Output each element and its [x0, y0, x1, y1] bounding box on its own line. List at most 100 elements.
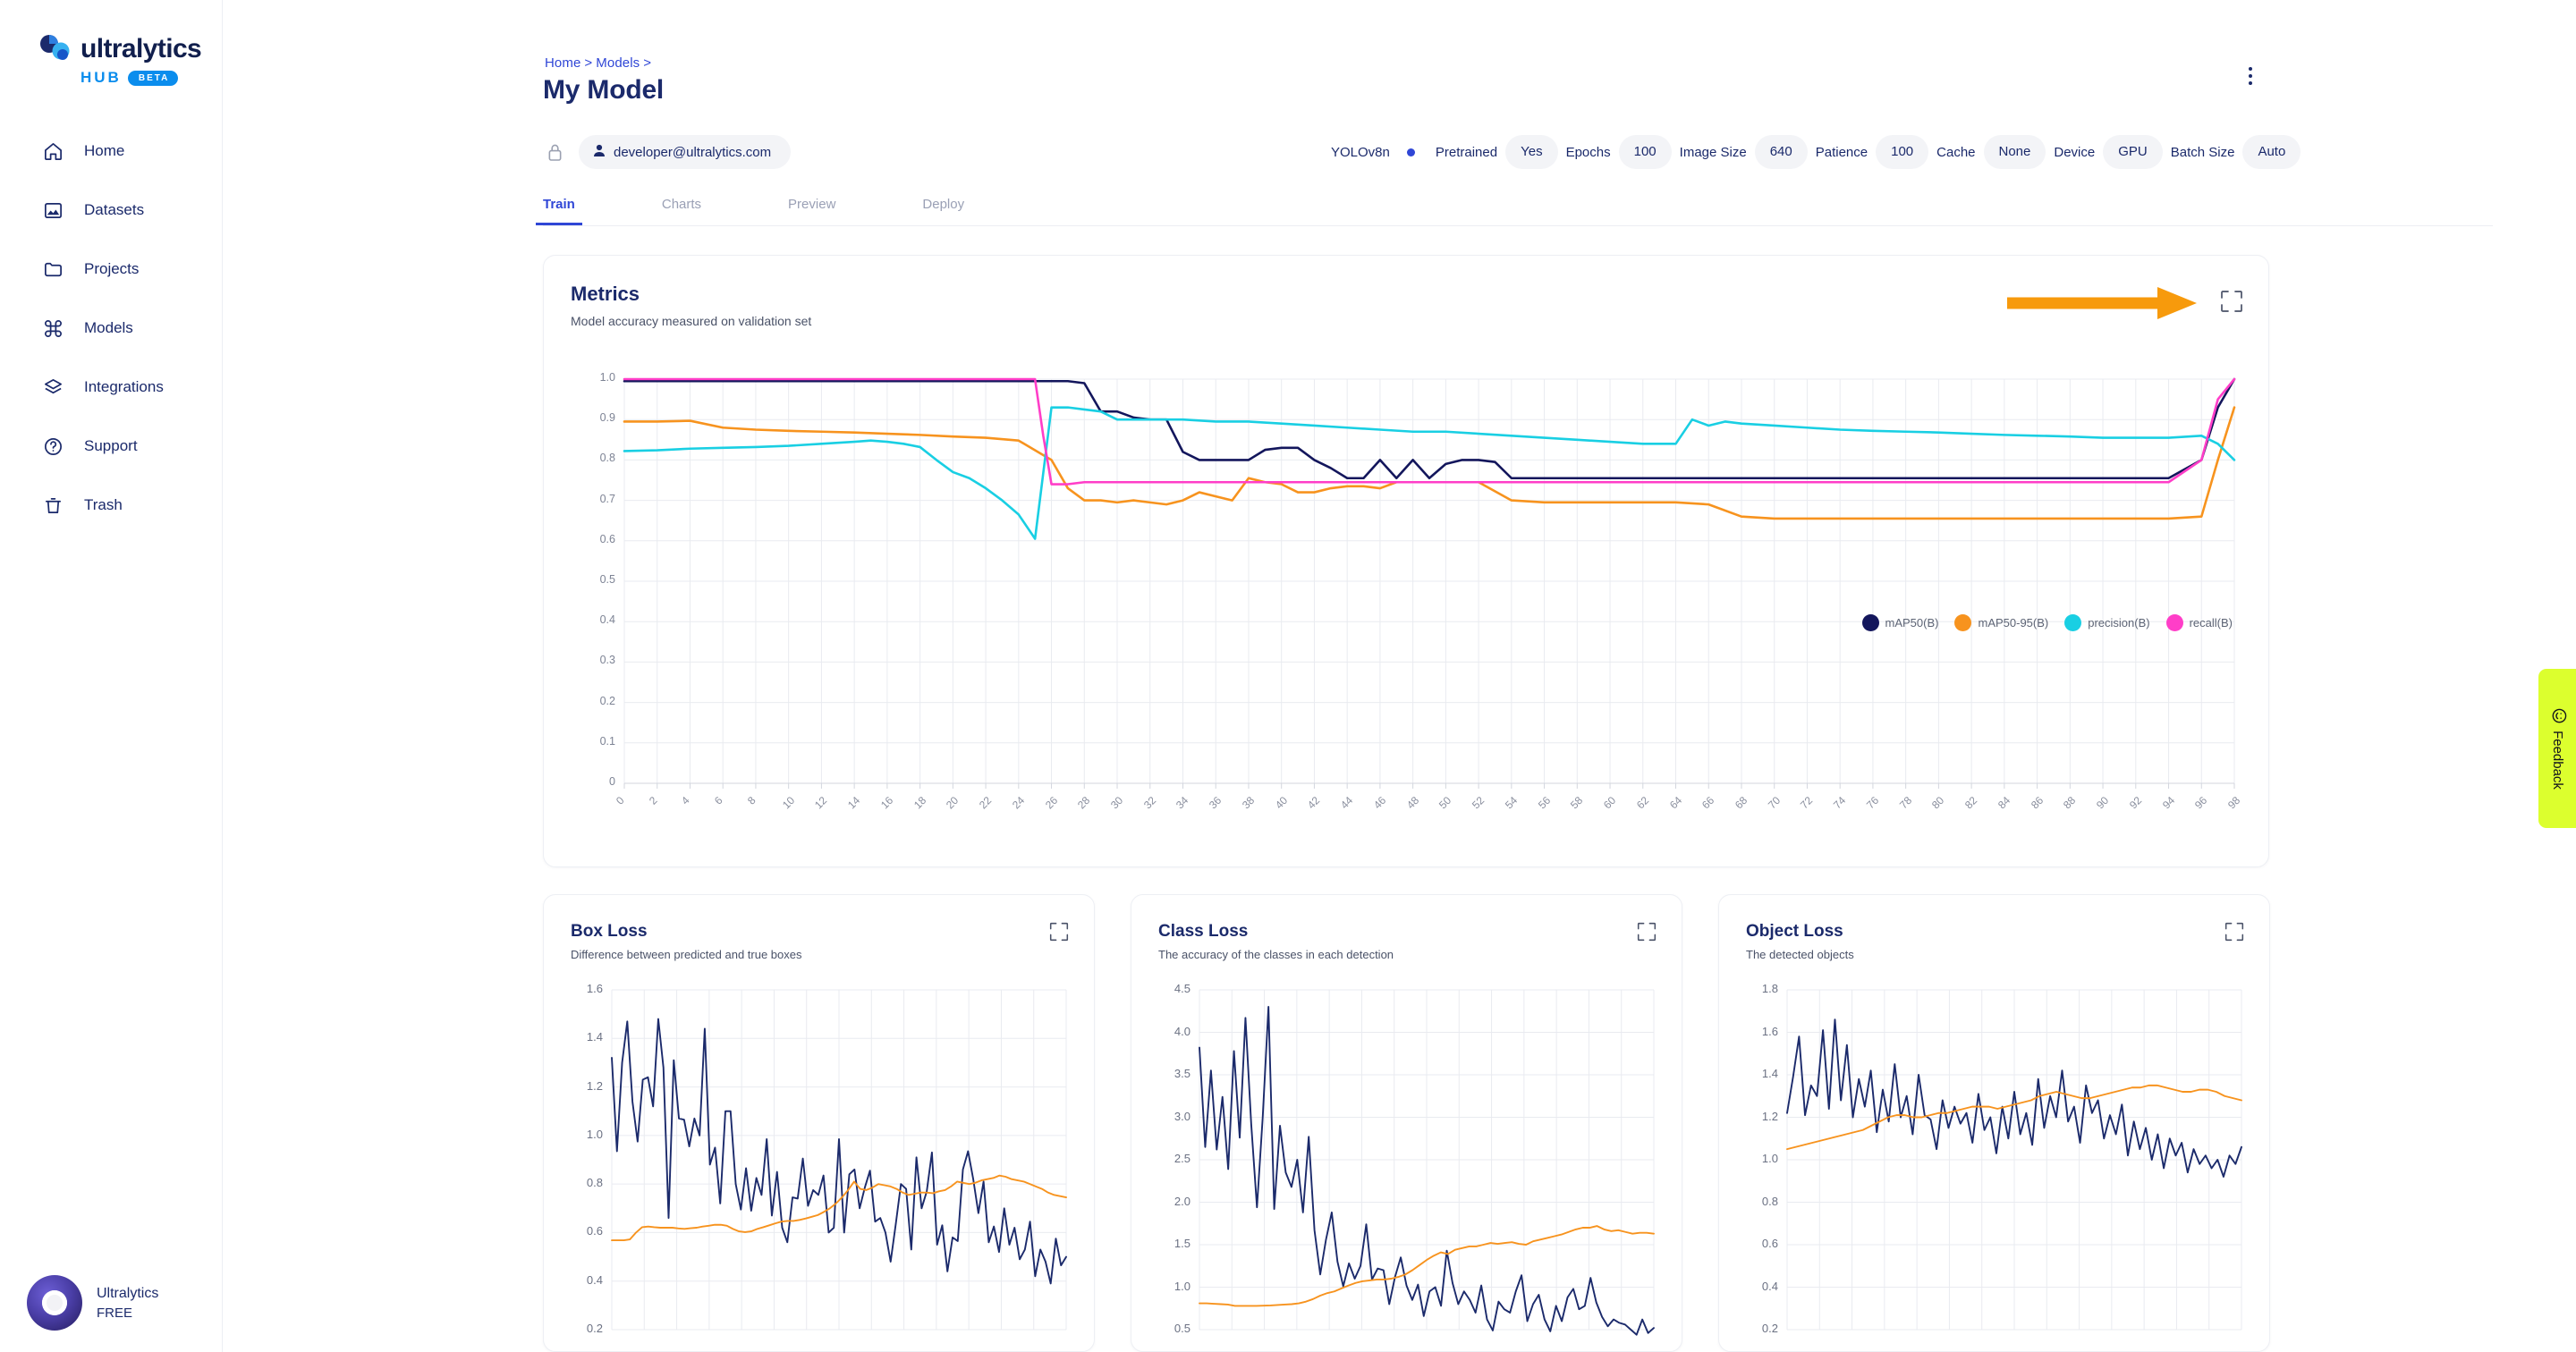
config-label: Epochs [1565, 144, 1611, 160]
config-batch-size: Batch Size Auto [2163, 135, 2301, 169]
y-axis-tick-label: 0.2 [1761, 1322, 1778, 1335]
legend-color-swatch [1861, 614, 1879, 631]
legend-color-swatch [1954, 614, 1972, 631]
expand-icon[interactable] [2220, 290, 2243, 313]
sidebar-item-label: Models [84, 319, 133, 336]
config-value[interactable]: None [1983, 135, 2046, 169]
box-plot-svg [611, 989, 1067, 1331]
config-value[interactable]: Auto [2242, 135, 2301, 169]
metrics-card: Metrics Model accuracy measured on valid… [543, 255, 2269, 867]
sidebar-item-integrations[interactable]: Integrations [0, 358, 223, 417]
legend-item-map50-95[interactable]: mAP50-95(B) [1954, 614, 2048, 631]
sidebar-nav: Home Datasets Projects Models Integratio… [0, 122, 223, 535]
page-title: My Model [543, 75, 665, 105]
user-plan: FREE [97, 1305, 133, 1321]
sidebar-item-label: Home [84, 142, 125, 159]
y-axis-tick-label: 0.2 [599, 694, 615, 707]
legend-label: precision(B) [2088, 616, 2150, 630]
owner-email-text: developer@ultralytics.com [614, 144, 772, 160]
feedback-tab[interactable]: Feedback [2538, 669, 2576, 828]
y-axis-tick-label: 0 [609, 775, 615, 788]
y-axis-tick-label: 1.0 [586, 1127, 603, 1141]
config-label: Device [2054, 144, 2096, 160]
config-value[interactable]: 100 [1876, 135, 1929, 169]
config-value[interactable]: Yes [1505, 135, 1558, 169]
y-axis-tick-label: 1.5 [1174, 1237, 1191, 1250]
ultralytics-logo-icon [39, 34, 72, 64]
legend-color-swatch [2064, 614, 2082, 631]
user-account-block[interactable]: Ultralytics FREE [27, 1275, 158, 1331]
beta-badge: BETA [127, 70, 179, 86]
sidebar-item-label: Support [84, 437, 138, 454]
owner-email-pill[interactable]: developer@ultralytics.com [579, 135, 792, 169]
legend-item-recall[interactable]: recall(B) [2165, 614, 2233, 631]
sidebar-item-trash[interactable]: Trash [0, 476, 223, 535]
y-axis-tick-label: 0.6 [586, 1224, 603, 1238]
legend-item-map50[interactable]: mAP50(B) [1861, 614, 1939, 631]
legend-item-precision[interactable]: precision(B) [2064, 614, 2150, 631]
breadcrumb: Home > Models > [545, 55, 655, 71]
config-patience: Patience 100 [1808, 135, 1929, 169]
smiley-icon [2548, 708, 2567, 723]
tab-train[interactable]: Train [536, 197, 582, 225]
folder-icon [42, 258, 64, 281]
box-loss-card: Box Loss Difference between predicted an… [543, 894, 1095, 1352]
class-loss-plot-area: 0.5 1.0 1.5 2.0 2.5 3.0 3.5 4.0 4.5 [1153, 981, 1663, 1339]
config-value[interactable]: 100 [1618, 135, 1672, 169]
y-axis-tick-label: 1.4 [586, 1030, 603, 1044]
y-axis-tick-label: 4.5 [1174, 982, 1191, 995]
tab-preview[interactable]: Preview [788, 197, 835, 225]
y-axis-tick-label: 0.4 [586, 1272, 603, 1287]
object-loss-title: Object Loss [1746, 922, 1843, 941]
lock-icon[interactable] [543, 139, 566, 165]
config-cache: Cache None [1928, 135, 2046, 169]
more-vertical-icon[interactable] [2235, 61, 2266, 91]
sidebar-item-datasets[interactable]: Datasets [0, 181, 223, 240]
y-axis-tick-label: 0.3 [599, 654, 615, 667]
y-axis-tick-label: 1.4 [1761, 1067, 1778, 1080]
sidebar: ultralytics HUB BETA Home Datasets Proje… [0, 0, 223, 1352]
config-value[interactable]: GPU [2103, 135, 2163, 169]
y-axis-tick-label: 3.5 [1174, 1067, 1191, 1080]
expand-icon[interactable] [1637, 922, 1660, 945]
feedback-label: Feedback [2549, 730, 2565, 790]
series-line-map50-b- [623, 377, 2236, 480]
config-label: Batch Size [2170, 144, 2235, 160]
y-axis-tick-label: 0.8 [1761, 1194, 1778, 1208]
y-axis-tick-label: 0.7 [599, 492, 615, 505]
sidebar-item-home[interactable]: Home [0, 122, 223, 181]
expand-icon[interactable] [1049, 922, 1072, 945]
model-owner-row: developer@ultralytics.com [543, 134, 792, 170]
config-label: Pretrained [1435, 144, 1498, 160]
metrics-plot-svg [623, 377, 2236, 789]
sidebar-item-models[interactable]: Models [0, 299, 223, 358]
config-label: Patience [1815, 144, 1868, 160]
home-icon [42, 140, 64, 163]
person-icon [593, 144, 606, 161]
object-loss-subtitle: The detected objects [1746, 948, 1854, 961]
y-axis-tick-label: 1.6 [586, 982, 603, 995]
breadcrumb-link-models[interactable]: Models [596, 55, 640, 71]
metrics-card-header: Metrics Model accuracy measured on valid… [571, 283, 811, 328]
tab-deploy[interactable]: Deploy [922, 197, 964, 225]
object-loss-card-header: Object Loss The detected objects [1746, 922, 1854, 961]
class-loss-subtitle: The accuracy of the classes in each dete… [1158, 948, 1394, 961]
class-loss-card: Class Loss The accuracy of the classes i… [1131, 894, 1682, 1352]
config-label: Cache [1936, 144, 1976, 160]
y-axis-tick-label: 4.0 [1174, 1024, 1191, 1038]
box-loss-title: Box Loss [571, 922, 648, 941]
y-axis-tick-label: 3.0 [1174, 1109, 1191, 1123]
command-icon [42, 317, 64, 340]
y-axis-tick-label: 1.0 [1761, 1152, 1778, 1165]
app-logo[interactable]: ultralytics HUB BETA [39, 34, 202, 87]
tab-charts[interactable]: Charts [662, 197, 701, 225]
expand-icon[interactable] [2224, 922, 2248, 945]
sidebar-item-support[interactable]: Support [0, 417, 223, 476]
y-axis-tick-label: 0.6 [1761, 1237, 1778, 1250]
config-value[interactable]: 640 [1754, 135, 1808, 169]
sidebar-item-projects[interactable]: Projects [0, 240, 223, 299]
legend-label: mAP50(B) [1885, 616, 1939, 630]
y-axis-tick-label: 1.0 [1174, 1279, 1191, 1293]
breadcrumb-link-home[interactable]: Home [545, 55, 580, 71]
box-loss-plot-area: 0.2 0.4 0.6 0.8 1.0 1.2 1.4 1.6 [565, 981, 1075, 1339]
